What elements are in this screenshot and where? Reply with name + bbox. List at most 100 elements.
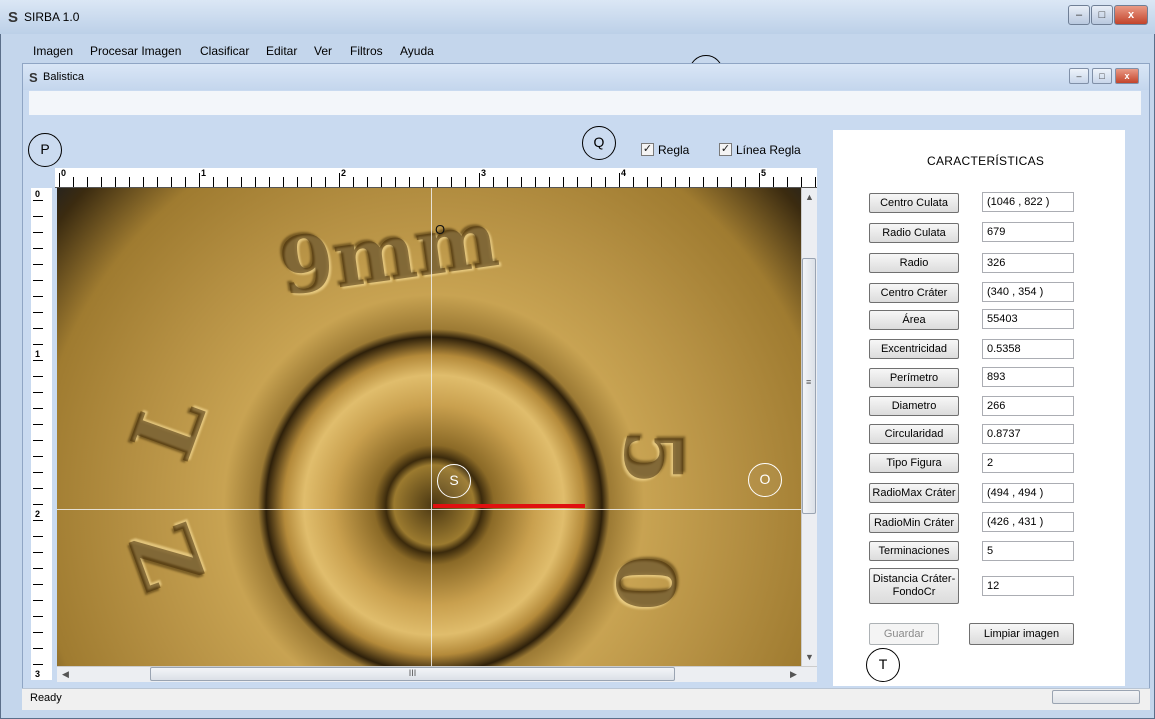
ruler-tick — [33, 632, 43, 633]
ruler-tick — [33, 264, 43, 265]
excentricidad-button[interactable]: Excentricidad — [869, 339, 959, 359]
ruler-tick — [241, 177, 242, 187]
menu-imagen[interactable]: Imagen — [33, 44, 73, 58]
ruler-tick — [227, 177, 228, 187]
menu-filtros[interactable]: Filtros — [350, 44, 383, 58]
minimize-button[interactable]: ‒ — [1068, 5, 1090, 25]
ruler-tick — [185, 177, 186, 187]
ruler-tick — [33, 424, 43, 425]
ruler-tick — [507, 177, 508, 187]
diametro-button[interactable]: Diametro — [869, 396, 959, 416]
limpiar-imagen-button[interactable]: Limpiar imagen — [969, 623, 1074, 645]
ruler-tick — [759, 173, 760, 187]
ruler-label: 1 — [35, 349, 41, 359]
app-logo-icon: S — [8, 9, 19, 26]
ruler-tick — [521, 177, 522, 187]
linea-regla-checkbox[interactable]: ✓ — [719, 143, 732, 156]
radio-culata-button[interactable]: Radio Culata — [869, 223, 959, 243]
ruler-tick — [577, 177, 578, 187]
ruler-tick — [33, 328, 43, 329]
centro-crater-button[interactable]: Centro Cráter — [869, 283, 959, 303]
distancia-crater-field[interactable]: 12 — [982, 576, 1074, 596]
ruler-tick — [33, 520, 43, 521]
ruler-label: 3 — [35, 669, 41, 679]
linea-regla-label: Línea Regla — [736, 143, 801, 157]
ruler-tick — [33, 344, 43, 345]
ruler-tick — [73, 177, 74, 187]
ruler-tick — [171, 177, 172, 187]
scroll-left-icon[interactable]: ◀ — [62, 669, 69, 680]
ruler-tick — [143, 177, 144, 187]
terminaciones-field[interactable]: 5 — [982, 541, 1074, 561]
ruler-tick — [33, 376, 43, 377]
ruler-tick — [33, 600, 43, 601]
distancia-crater-button[interactable]: Distancia Cráter-FondoCr — [869, 568, 959, 604]
radiomin-crater-button[interactable]: RadioMin Cráter — [869, 513, 959, 533]
ruler-tick — [633, 177, 634, 187]
centro-culata-button[interactable]: Centro Culata — [869, 193, 959, 213]
radiomax-crater-button[interactable]: RadioMax Cráter — [869, 483, 959, 503]
menu-clasificar[interactable]: Clasificar — [200, 44, 249, 58]
scroll-down-icon[interactable]: ▼ — [805, 652, 814, 662]
tipo-figura-button[interactable]: Tipo Figura — [869, 453, 959, 473]
centro-culata-field[interactable]: (1046 , 822 ) — [982, 192, 1074, 212]
scroll-right-icon[interactable]: ▶ — [790, 669, 797, 680]
ruler-label: 1 — [201, 168, 207, 178]
ruler-tick — [33, 488, 43, 489]
radio-button[interactable]: Radio — [869, 253, 959, 273]
vertical-scroll-thumb[interactable]: ≡ — [802, 258, 816, 514]
ruler-tick — [33, 616, 43, 617]
perimetro-button[interactable]: Perímetro — [869, 368, 959, 388]
horizontal-scroll-thumb[interactable]: III — [150, 667, 675, 681]
excentricidad-field[interactable]: 0.5358 — [982, 339, 1074, 359]
circularidad-button[interactable]: Circularidad — [869, 424, 959, 444]
ruler-tick — [367, 177, 368, 187]
child-close-button[interactable]: x — [1115, 68, 1139, 84]
menu-ver[interactable]: Ver — [314, 44, 332, 58]
ruler-tick — [33, 392, 43, 393]
ruler-tick — [703, 177, 704, 187]
ruler-tick — [437, 177, 438, 187]
radio-culata-field[interactable]: 679 — [982, 222, 1074, 242]
terminaciones-button[interactable]: Terminaciones — [869, 541, 959, 561]
regla-checkbox[interactable]: ✓ — [641, 143, 654, 156]
ruler-tick — [773, 177, 774, 187]
ruler-tick — [33, 456, 43, 457]
app-title: SIRBA 1.0 — [24, 10, 80, 24]
origin-label: O — [435, 222, 446, 237]
cartridge-image[interactable]: 9mm L Z 5 0 O S O — [57, 188, 801, 666]
tipo-figura-field[interactable]: 2 — [982, 453, 1074, 473]
radio-field[interactable]: 326 — [982, 253, 1074, 273]
centro-crater-field[interactable]: (340 , 354 ) — [982, 282, 1074, 302]
area-field[interactable]: 55403 — [982, 309, 1074, 329]
radiomin-crater-field[interactable]: (426 , 431 ) — [982, 512, 1074, 532]
ruler-line-horizontal — [57, 509, 801, 510]
diametro-field[interactable]: 266 — [982, 396, 1074, 416]
ruler-tick — [33, 360, 43, 361]
perimetro-field[interactable]: 893 — [982, 367, 1074, 387]
crater-radius-line — [433, 504, 585, 508]
ruler-tick — [283, 177, 284, 187]
child-maximize-button[interactable]: □ — [1092, 68, 1112, 84]
radiomax-crater-field[interactable]: (494 , 494 ) — [982, 483, 1074, 503]
ruler-tick — [311, 177, 312, 187]
area-button[interactable]: Área — [869, 310, 959, 330]
menu-procesar-imagen[interactable]: Procesar Imagen — [90, 44, 181, 58]
ruler-tick — [33, 216, 43, 217]
ruler-tick — [549, 177, 550, 187]
guardar-button[interactable]: Guardar — [869, 623, 939, 645]
menu-editar[interactable]: Editar — [266, 44, 297, 58]
callout-q: Q — [582, 126, 616, 160]
close-button[interactable]: x — [1114, 5, 1148, 25]
headstamp-l: L — [111, 382, 226, 473]
menu-ayuda[interactable]: Ayuda — [400, 44, 434, 58]
child-minimize-button[interactable]: ‒ — [1069, 68, 1089, 84]
scroll-up-icon[interactable]: ▲ — [805, 192, 814, 202]
headstamp-0: 0 — [597, 555, 692, 611]
ruler-tick — [801, 177, 802, 187]
ruler-label: 4 — [621, 168, 627, 178]
circularidad-field[interactable]: 0.8737 — [982, 424, 1074, 444]
callout-p: P — [28, 133, 62, 167]
ruler-tick — [269, 177, 270, 187]
maximize-button[interactable]: □ — [1091, 5, 1113, 25]
